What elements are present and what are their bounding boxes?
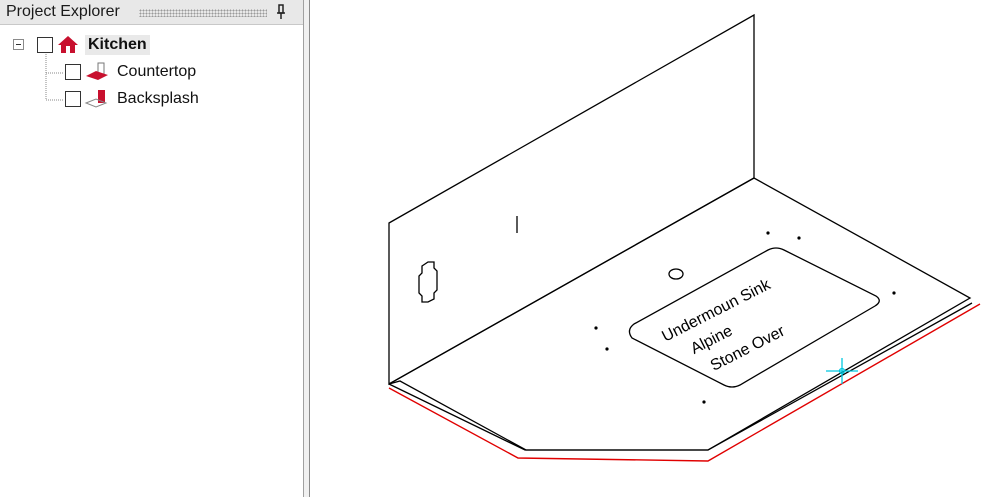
- outlet-cutout[interactable]: [418, 261, 438, 303]
- tree-expander-kitchen[interactable]: [13, 39, 24, 50]
- countertop-slab[interactable]: [388, 177, 973, 451]
- tree-item-kitchen[interactable]: Kitchen: [85, 35, 150, 55]
- house-icon: [58, 36, 78, 53]
- project-explorer-panel: Project Explorer Kitchen Countertop Back…: [0, 0, 304, 497]
- crosshair-cursor-icon: [826, 358, 858, 384]
- countertop-icon: [86, 62, 108, 80]
- sink-label: Undermoun Sink Alpine Stone Over: [659, 276, 788, 375]
- backsplash-icon: [84, 90, 108, 108]
- tree-item-countertop[interactable]: Countertop: [117, 62, 196, 82]
- faucet-hole[interactable]: [668, 268, 684, 280]
- drawing-viewport[interactable]: Undermoun Sink Alpine Stone Over: [310, 0, 1000, 497]
- checkbox-backsplash[interactable]: [65, 91, 81, 107]
- countertop-drawing[interactable]: Undermoun Sink Alpine Stone Over: [310, 0, 1000, 497]
- mounting-dots: [594, 231, 896, 404]
- checkbox-kitchen[interactable]: [37, 37, 53, 53]
- checkbox-countertop[interactable]: [65, 64, 81, 80]
- tree-item-backsplash[interactable]: Backsplash: [117, 89, 199, 109]
